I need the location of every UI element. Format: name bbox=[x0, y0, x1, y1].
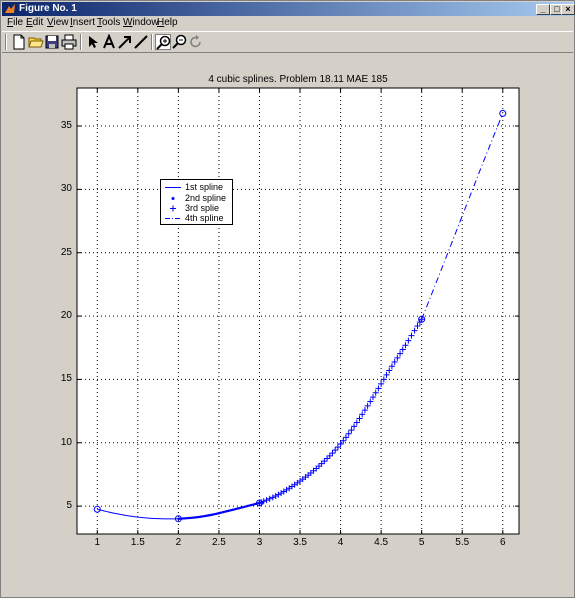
x-tick-label: 4 bbox=[337, 537, 344, 548]
y-tick-label: 10 bbox=[60, 436, 72, 448]
legend-line-dashdot bbox=[165, 218, 181, 219]
legend-line-solid bbox=[165, 187, 181, 188]
legend-item-1: 1st spline bbox=[161, 182, 233, 193]
x-tick-label: 5 bbox=[418, 537, 425, 548]
y-tick-label: 5 bbox=[66, 500, 72, 512]
legend-label-1: 1st spline bbox=[185, 182, 224, 192]
x-tick-label: 1 bbox=[94, 537, 101, 548]
legend[interactable]: 1st spline 2nd spline 3rd splie 4th spli… bbox=[160, 179, 233, 225]
x-tick-label: 4.5 bbox=[374, 537, 389, 548]
y-tick-label: 25 bbox=[60, 246, 72, 258]
plot-canvas[interactable] bbox=[0, 0, 575, 598]
y-tick-label: 20 bbox=[60, 310, 72, 322]
x-tick-label: 1.5 bbox=[130, 537, 145, 548]
x-tick-label: 2 bbox=[175, 537, 182, 548]
x-tick-label: 3 bbox=[256, 537, 263, 548]
x-tick-label: 3.5 bbox=[293, 537, 307, 548]
y-tick-label: 35 bbox=[60, 120, 72, 131]
legend-item-4: 4th spline bbox=[161, 213, 233, 224]
x-tick-label: 6 bbox=[499, 537, 506, 548]
chart-title: 4 cubic splines. Problem 18.11 MAE 185 bbox=[208, 74, 388, 85]
axes-box bbox=[76, 87, 520, 535]
legend-label-4: 4th spline bbox=[185, 213, 224, 223]
x-tick-label: 5.5 bbox=[455, 537, 470, 548]
y-tick-label: 30 bbox=[60, 183, 72, 195]
x-tick-label: 2.5 bbox=[211, 537, 226, 548]
y-tick-label: 15 bbox=[60, 373, 72, 385]
